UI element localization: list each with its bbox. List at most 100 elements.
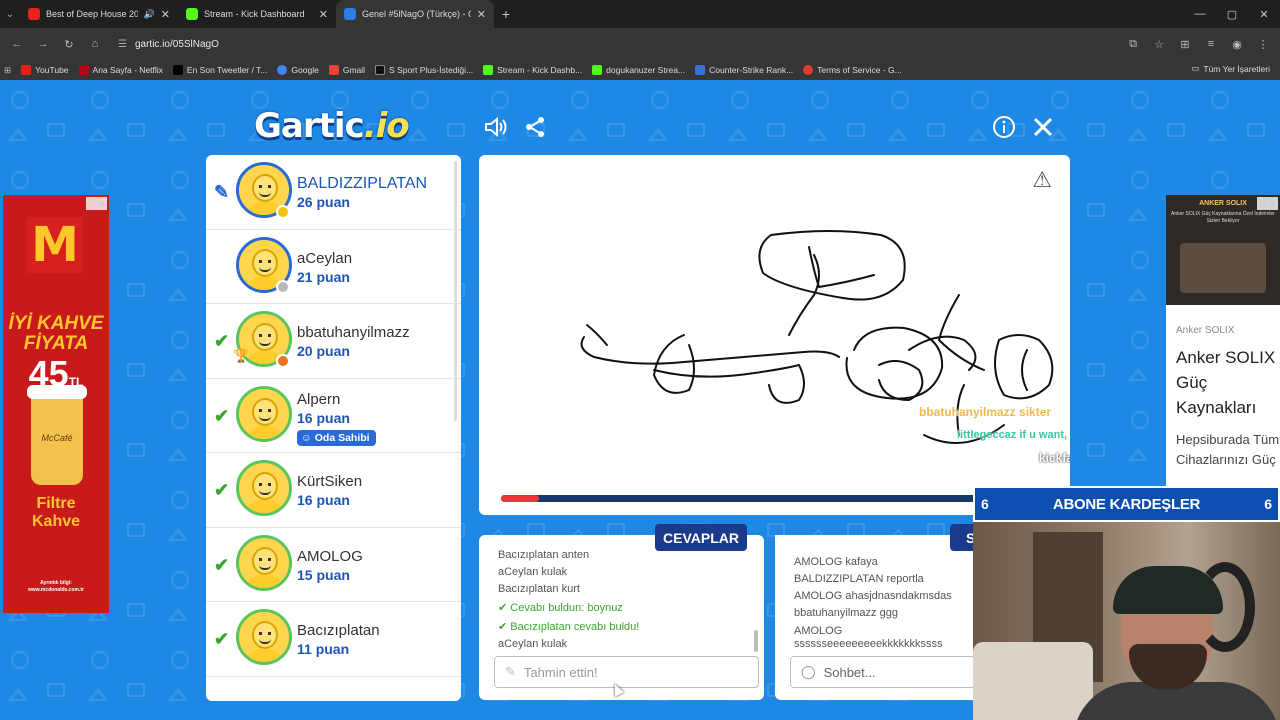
media-icon[interactable]: ≡ xyxy=(1200,33,1222,55)
close-icon[interactable] xyxy=(1030,114,1056,140)
bookmark-item[interactable]: YouTube xyxy=(21,65,69,75)
gartic-logo: Gartic.io xyxy=(254,106,410,146)
bookmark-favicon xyxy=(21,65,32,75)
bookmark-item[interactable]: Gmail xyxy=(328,65,365,75)
speaker-icon[interactable]: 🔊 xyxy=(144,9,155,20)
player-score: 11 puan xyxy=(297,641,350,657)
player-row[interactable]: ✎ BALDIZZIPLATAN 26 puan xyxy=(206,155,461,230)
ad-headline: Anker SOLIX Güç Kaynakları xyxy=(1176,348,1276,417)
guess-input[interactable]: ✎ Tahmin ettin! xyxy=(494,656,759,688)
browser-tab-bar: ⌄ Best of Deep House 2025 | 🔊 ✕ Stream -… xyxy=(0,0,1280,28)
browser-tab-1[interactable]: Best of Deep House 2025 | 🔊 ✕ xyxy=(20,0,178,28)
player-row[interactable]: ✔ 🏆 bbatuhanyilmazz 20 puan xyxy=(206,304,461,379)
site-info-icon[interactable]: ☰ xyxy=(118,39,127,50)
player-name: AMOLOG xyxy=(297,547,363,565)
drawing-canvas[interactable]: ⚠ bbatuhanyilmazz sikter littlegeccaz if… xyxy=(479,155,1070,515)
players-panel: ✎ BALDIZZIPLATAN 26 puan aCeylan 21 puan… xyxy=(206,155,461,701)
close-tab-icon[interactable]: ✕ xyxy=(161,8,170,21)
chat-bubble-icon: ◯ xyxy=(801,664,816,679)
bookmark-favicon xyxy=(483,65,494,75)
check-icon: ✔ xyxy=(214,331,230,351)
bookmark-item[interactable]: dogukanuzer Strea... xyxy=(592,65,685,75)
minimize-icon[interactable]: — xyxy=(1184,0,1216,28)
share-icon[interactable] xyxy=(522,114,548,140)
bookmark-item[interactable]: S Sport Plus-İstediği... xyxy=(375,65,473,75)
bookmark-item[interactable]: Google xyxy=(277,65,319,75)
bookmark-star-icon[interactable]: ☆ xyxy=(1148,33,1170,55)
answer-line: ✔ Cevabı buldun: boynuz xyxy=(498,602,623,614)
browser-tab-3[interactable]: Genel #5lNagO (Türkçe) - Garti ✕ xyxy=(336,0,494,28)
toolbar-icons: ⧉ ☆ ⊞ ≡ ◉ ⋮ xyxy=(1122,33,1274,55)
player-score: 21 puan xyxy=(297,268,350,285)
youtube-icon xyxy=(28,8,40,20)
ad-fineprint: Ayrıntılı bilgi: www.mcdonalds.com.tr xyxy=(28,580,84,593)
status-dot xyxy=(276,279,290,294)
chat-line: AMOLOG ahasjdnasndakmsdas xyxy=(794,590,952,602)
info-icon[interactable] xyxy=(991,114,1017,140)
close-tab-icon[interactable]: ✕ xyxy=(319,8,328,21)
trophy-icon: 🏆 xyxy=(233,348,250,363)
check-icon: ✔ xyxy=(498,621,511,633)
bookmark-item[interactable]: Ana Sayfa - Netflix xyxy=(78,65,163,75)
browser-tab-2[interactable]: Stream - Kick Dashboard ✕ xyxy=(178,0,336,28)
anker-ad[interactable]: ⓘ✕ ANKER SOLIX Anker SOLIX Güç Kaynaklar… xyxy=(1166,195,1280,525)
profile-icon[interactable]: ◉ xyxy=(1226,33,1248,55)
overlay-chat-line: littlegeccaz if u want, u can do it like… xyxy=(957,429,1070,441)
forward-icon[interactable]: → xyxy=(32,33,54,55)
chat-line: BALDIZZIPLATAN reportla xyxy=(794,573,924,585)
bookmark-item[interactable]: Terms of Service - G... xyxy=(803,65,902,75)
reload-icon[interactable]: ↻ xyxy=(58,33,80,55)
answers-tab[interactable]: CEVAPLAR xyxy=(655,524,747,551)
home-icon[interactable]: ⌂ xyxy=(84,33,106,55)
status-dot xyxy=(276,354,290,368)
bookmark-favicon xyxy=(172,65,183,75)
avatar xyxy=(236,460,292,516)
extensions-icon[interactable]: ⊞ xyxy=(1174,33,1196,55)
tab-search-icon[interactable]: ⌄ xyxy=(0,0,20,28)
apps-icon[interactable]: ⊞ xyxy=(4,65,11,76)
player-name: bbatuhanyilmazz xyxy=(297,324,410,341)
player-row[interactable]: ✔ Bacızıplatan 11 puan xyxy=(206,602,461,677)
window-controls: — ▢ ✕ xyxy=(1184,0,1280,28)
ad-headline: FİYATA xyxy=(23,333,89,354)
check-icon: ✔ xyxy=(498,602,511,614)
check-icon: ✔ xyxy=(214,554,230,575)
chat-line: AMOLOG kafaya xyxy=(794,556,878,568)
ad-headline: İYİ KAHVE xyxy=(8,313,104,334)
close-tab-icon[interactable]: ✕ xyxy=(477,8,486,21)
maximize-icon[interactable]: ▢ xyxy=(1216,0,1248,28)
check-icon: ✔ xyxy=(214,405,230,426)
chat-line: bbatuhanyilmazz ggg xyxy=(794,607,898,619)
new-tab-button[interactable]: + xyxy=(494,0,518,28)
ad-body: Hepsiburada Tüm Cihazlarınızı Güç xyxy=(1176,432,1280,467)
bookmark-item[interactable]: En Son Tweetler / T... xyxy=(172,65,267,75)
room-owner-badge: ☺ Oda Sahibi xyxy=(297,429,376,446)
answers-scrollbar[interactable] xyxy=(754,630,758,652)
all-bookmarks[interactable]: ▭ Tüm Yer İşaretleri xyxy=(1191,63,1270,74)
address-bar-row: ← → ↻ ⌂ ☰ gartic.io/05SlNagO ⧉ ☆ ⊞ ≡ ◉ ⋮ xyxy=(0,28,1280,60)
smile-icon: ☺ xyxy=(301,431,312,444)
round-timer xyxy=(501,495,1049,502)
bookmarks-bar: ⊞ YouTube Ana Sayfa - Netflix En Son Twe… xyxy=(0,60,1280,80)
bookmark-item[interactable]: Stream - Kick Dashb... xyxy=(483,65,582,75)
chat-input[interactable]: ◯ Sohbet... xyxy=(790,656,975,688)
answer-line: Bacızıplatan kurt xyxy=(498,583,580,595)
bookmark-item[interactable]: Counter-Strike Rank... xyxy=(695,65,793,75)
player-name: Bacızıplatan xyxy=(297,622,380,639)
sound-icon[interactable] xyxy=(483,114,509,140)
back-icon[interactable]: ← xyxy=(6,33,28,55)
gartic-icon xyxy=(344,8,356,20)
ad-info-icon[interactable]: ⓘ✕ xyxy=(86,197,107,210)
bookmark-favicon xyxy=(592,65,603,75)
close-window-icon[interactable]: ✕ xyxy=(1248,0,1280,28)
menu-icon[interactable]: ⋮ xyxy=(1252,33,1274,55)
player-name: KürtSiken xyxy=(297,473,363,490)
player-row[interactable]: ✔ KürtSiken 16 puan xyxy=(206,453,461,528)
player-row[interactable]: ✔ AMOLOG 15 puan xyxy=(206,528,461,602)
mcdonalds-ad[interactable]: ⓘ✕ M İYİ KAHVE FİYATA 45TL McCafé Filtre… xyxy=(3,195,109,613)
cast-icon[interactable]: ⧉ xyxy=(1122,33,1144,55)
player-row[interactable]: ✔ Alpern 16 puan ☺ Oda Sahibi xyxy=(206,379,461,453)
folder-icon: ▭ xyxy=(1191,63,1200,73)
url-field[interactable]: ☰ gartic.io/05SlNagO xyxy=(110,32,1118,56)
player-row[interactable]: aCeylan 21 puan xyxy=(206,230,461,304)
